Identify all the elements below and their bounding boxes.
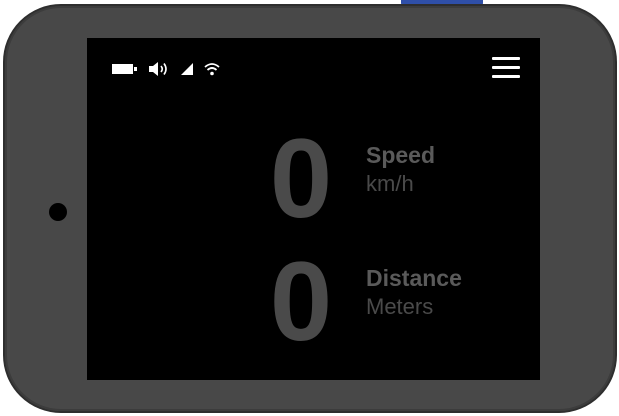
- stage: 0 Speed km/h 0 Distance Meters: [0, 0, 619, 416]
- signal-icon: [180, 62, 194, 76]
- status-bar: [112, 58, 230, 80]
- menu-line: [492, 66, 520, 69]
- hamburger-menu-icon[interactable]: [491, 55, 521, 81]
- speed-metric: 0 Speed km/h: [260, 119, 530, 245]
- distance-metric: 0 Distance Meters: [260, 242, 530, 368]
- distance-unit: Meters: [366, 294, 434, 319]
- device-screen: 0 Speed km/h 0 Distance Meters: [87, 38, 540, 380]
- distance-label: Distance: [366, 265, 462, 291]
- battery-icon: [112, 63, 138, 75]
- menu-line: [492, 57, 520, 60]
- speed-unit: km/h: [366, 171, 414, 196]
- speed-label: Speed: [366, 142, 436, 168]
- speed-value: 0: [269, 116, 332, 241]
- distance-value: 0: [269, 239, 332, 364]
- camera-dot: [49, 203, 67, 221]
- volume-icon: [148, 61, 170, 77]
- menu-line: [492, 75, 520, 78]
- wifi-icon: [204, 62, 220, 76]
